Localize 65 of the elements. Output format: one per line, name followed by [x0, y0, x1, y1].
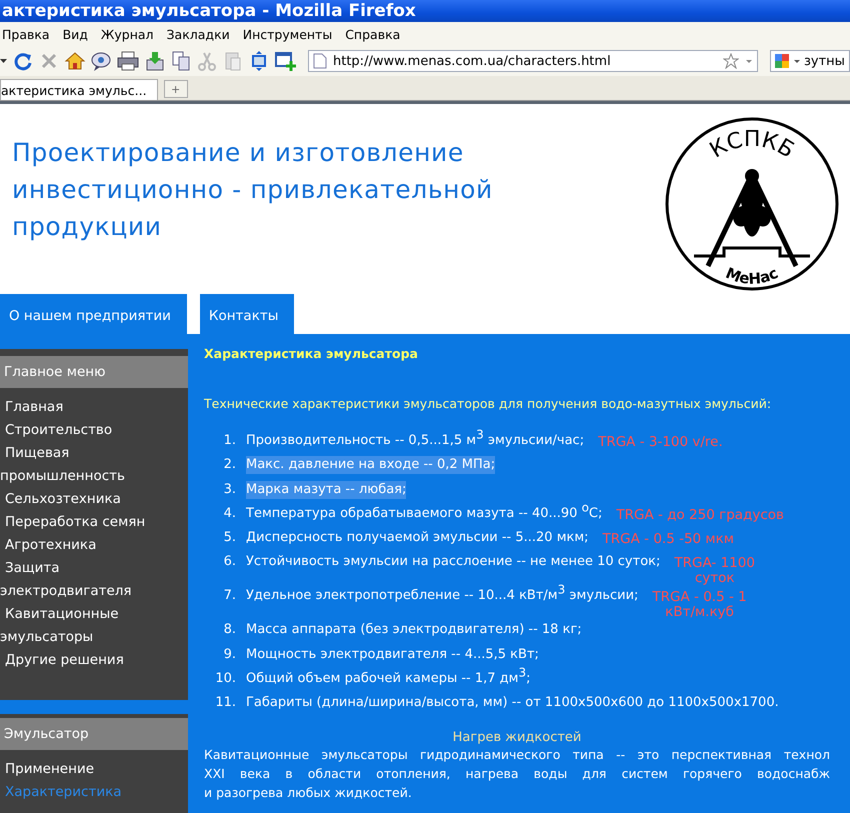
annotation-text: TRGA - до 250 градусов	[616, 508, 784, 523]
sidebar-heading: Главное меню	[0, 356, 188, 388]
spec-text: Дисперсность получаемой эмульсии -- 5...20 мкм;	[246, 529, 589, 548]
list-number: 8.	[222, 621, 236, 640]
menu-item[interactable]: Закладки	[166, 26, 230, 42]
spec-text: Масса аппарата (без электродвигателя) -- 18 кг;	[246, 621, 582, 640]
sidebar-link[interactable]: Защита электродвигателя	[0, 557, 188, 603]
menu-item[interactable]: Вид	[62, 26, 88, 42]
sidebar-link[interactable]: Кавитационные эмульсаторы	[0, 603, 188, 649]
home-icon[interactable]	[64, 50, 86, 72]
sidebar-link[interactable]: Сельхозтехника	[0, 488, 188, 511]
list-number: 3.	[222, 480, 236, 499]
list-number: 1.	[222, 432, 236, 450]
list-number: 5.	[222, 529, 236, 548]
sidebar-link[interactable]: Главная	[0, 396, 188, 419]
sidebar-link[interactable]: Другие решения	[0, 649, 188, 672]
paragraph-line: XXI века в области отопления, нагрева воды для систем горячего водоснабж	[204, 764, 830, 783]
annotation-text: TRGA - 3-100 v/re.	[598, 435, 723, 450]
sidebar-link[interactable]: Агротехника	[0, 534, 188, 557]
speech-bubble-icon[interactable]	[90, 50, 112, 72]
download-icon[interactable]	[144, 50, 166, 72]
menu-item[interactable]: Справка	[345, 26, 400, 42]
annotation-text: TRGA - 0.5 -50 мкм	[602, 532, 734, 548]
menu-item[interactable]: Журнал	[100, 26, 154, 42]
list-number: 11.	[214, 694, 236, 712]
sidebar-link[interactable]: Строительство	[0, 419, 188, 442]
search-engine-icon	[774, 53, 790, 69]
paragraph-line: Кавитационные эмульсаторы гидродинамического типа -- это перспективная технол	[204, 746, 830, 764]
list-number: 2.	[222, 456, 236, 474]
list-number: 9.	[222, 646, 236, 664]
nav-tab[interactable]: Контакты	[200, 294, 294, 334]
list-number: 6.	[222, 553, 236, 572]
logo-drawing: КСПКБ МеНас	[664, 116, 840, 292]
spec-text: Устойчивость эмульсии на расслоение -- не менее 10 суток;	[246, 553, 660, 572]
copy-icon[interactable]	[170, 50, 192, 72]
spec-text: Мощность электродвигателя -- 4...5,5 кВт;	[246, 646, 539, 664]
printer-icon[interactable]	[116, 50, 140, 72]
search-field[interactable]: зутны	[770, 50, 850, 72]
window-title: актеристика эмульсатора - Mozilla Firefox	[2, 1, 416, 21]
spec-text: Габариты (длина/ширина/высота, мм) -- от 1100x500x600 до 1100x500x1700.	[246, 694, 779, 712]
section-heading: Нагрев жидкостей	[452, 730, 582, 745]
list-number: 10.	[214, 670, 236, 688]
list-number: 7.	[222, 587, 236, 606]
browser-tab[interactable]: актеристика эмульс...	[0, 79, 158, 100]
annotation-text: TRGA - 0.5 - 1 кВт/м.куб	[652, 590, 747, 620]
annotation-text: TRGA- 1100 суток	[674, 556, 755, 586]
spec-text: Марка мазута -- любая;	[246, 480, 406, 499]
nav-tab[interactable]: О нашем предприятии	[0, 294, 187, 334]
intro-text: Технические характеристики эмульсаторов для получения водо-мазутных эмульсий:	[204, 396, 772, 411]
paragraph-line: и разогрева любых жидкостей.	[204, 784, 413, 802]
site-heading: Проектирование и изготовление инвестиционно - привлекательной продукции	[12, 137, 494, 243]
sidebar-link[interactable]: Применение	[0, 758, 188, 781]
menu-item[interactable]: Правка	[2, 26, 50, 42]
page-title: Характеристика эмульсатора	[204, 345, 419, 363]
sidebar-link[interactable]: Пищевая промышленность	[0, 442, 188, 488]
star-icon[interactable]	[723, 53, 739, 69]
new-tab-button[interactable]: +	[164, 80, 188, 98]
list-number: 4.	[222, 504, 236, 523]
page-icon	[313, 53, 327, 69]
menu-item[interactable]: Инструменты	[242, 26, 332, 42]
spec-text: Макс. давление на входе -- 0,2 МПа;	[246, 456, 496, 474]
sidebar-heading: Эмульсатор	[0, 718, 188, 750]
new-window-icon[interactable]	[274, 50, 298, 72]
address-bar[interactable]: http://www.menas.com.ua/characters.html	[308, 50, 758, 72]
sidebar-link[interactable]: Переработка семян	[0, 511, 188, 534]
